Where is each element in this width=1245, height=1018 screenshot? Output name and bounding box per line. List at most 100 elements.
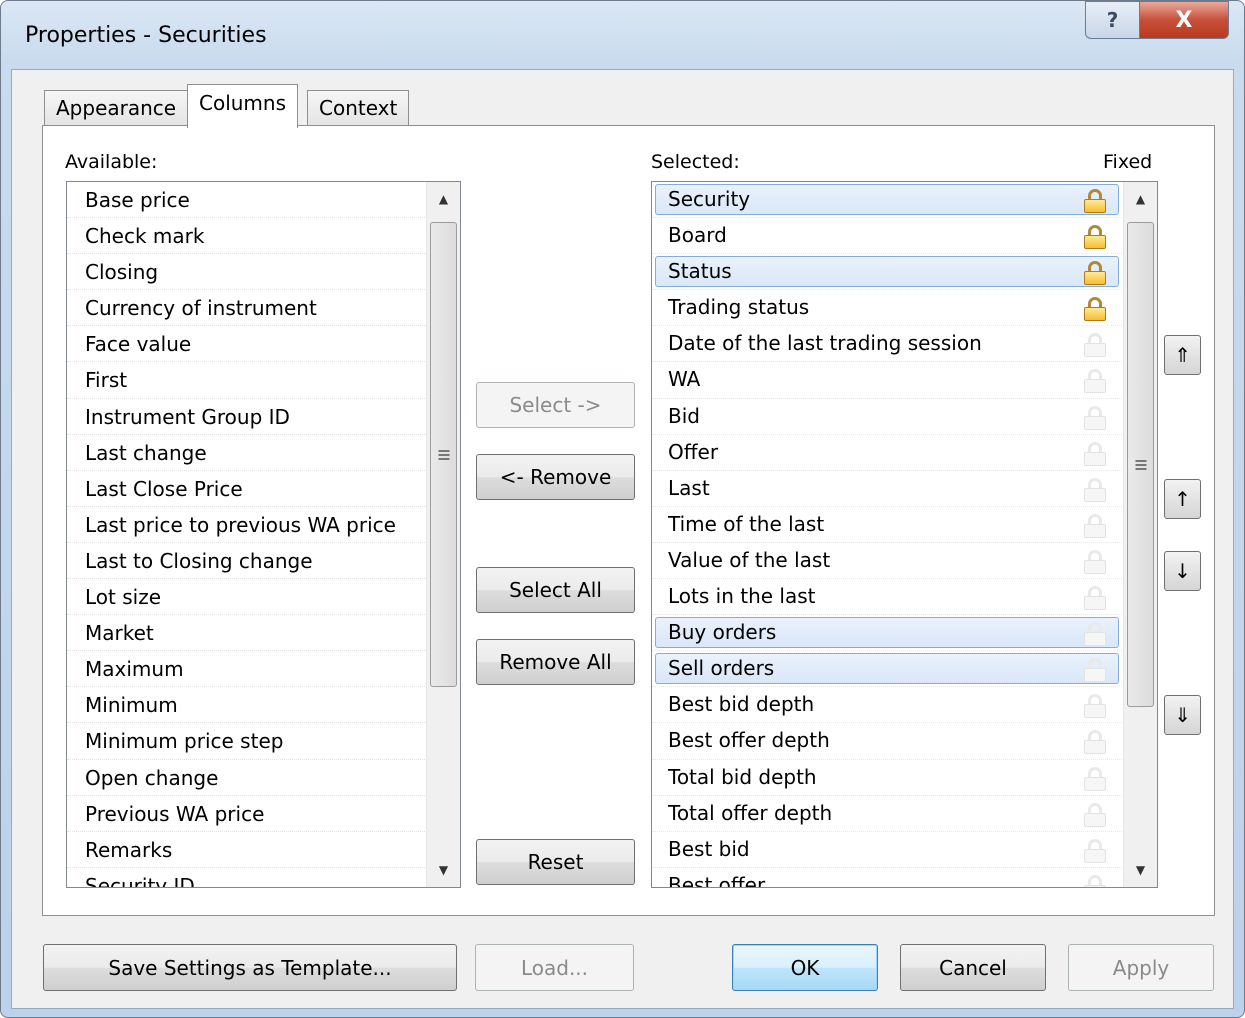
lock-icon[interactable] [1084,405,1106,430]
available-items: Base price Check mark Closing Currency of i… [67,182,427,887]
selected-list-item[interactable]: Best bid depth [652,687,1124,724]
selected-list-item[interactable]: Lots in the last [652,579,1124,616]
selected-list-item[interactable]: Best bid [652,832,1124,868]
lock-icon[interactable] [1084,297,1106,322]
available-list-item[interactable]: Remarks [67,832,427,868]
lock-icon[interactable] [1084,477,1106,502]
available-list-item[interactable]: First [67,362,427,399]
save-template-button[interactable]: Save Settings as Template... [43,944,457,991]
lock-icon[interactable] [1084,369,1106,394]
available-list-item[interactable]: Base price [67,182,427,219]
lock-icon[interactable] [1084,586,1106,611]
tab-columns[interactable]: Columns [187,84,299,128]
available-list-item[interactable]: Lot size [67,579,427,616]
selected-list-item[interactable]: Total bid depth [652,760,1124,796]
lock-icon[interactable] [1084,333,1106,358]
available-list-item[interactable]: Last Close Price [67,471,427,507]
lock-icon[interactable] [1084,441,1106,466]
selected-list-item[interactable]: Bid [652,399,1124,435]
scroll-thumb[interactable] [1127,222,1154,707]
available-list-item[interactable]: Last price to previous WA price [67,507,427,543]
available-list-item[interactable]: Instrument Group ID [67,399,427,435]
help-button[interactable]: ? [1085,1,1140,39]
available-list-item[interactable]: Minimum price step [67,723,427,760]
selected-list-item[interactable]: Last [652,471,1124,507]
ok-button[interactable]: OK [732,944,878,991]
available-list-item[interactable]: Face value [67,326,427,363]
apply-button[interactable]: Apply [1068,944,1214,991]
scroll-down-arrow-icon[interactable]: ▼ [1124,853,1157,887]
available-list-item[interactable]: Previous WA price [67,796,427,832]
available-list-item[interactable]: Market [67,615,427,652]
tab-context-menu[interactable]: Context Menu [307,90,410,154]
selected-label: Selected: [651,151,740,173]
lock-icon[interactable] [1084,694,1106,719]
selected-item-label: Best bid depth [668,692,815,717]
move-down-button[interactable]: ↓ [1164,551,1201,591]
available-scrollbar[interactable]: ▲ ▼ [426,182,460,887]
selected-listbox[interactable]: Security Board Status Trading status Date of… [651,181,1158,888]
available-list-item[interactable]: Open change [67,760,427,796]
lock-icon[interactable] [1084,874,1106,887]
available-list-item[interactable]: Maximum [67,651,427,688]
grip-icon [1135,459,1146,470]
properties-window: Properties - Securities ? X Appearance C… [0,0,1245,1018]
selected-list-item[interactable]: WA [652,362,1124,399]
available-list-item[interactable]: Check mark [67,218,427,255]
selected-list-item[interactable]: Total offer depth [652,796,1124,832]
scroll-thumb[interactable] [430,222,457,687]
remove-button[interactable]: <- Remove [476,454,635,500]
remove-all-button[interactable]: Remove All [476,639,635,685]
double-down-arrow-icon: ⇓ [1174,703,1191,727]
selected-list-item[interactable]: Value of the last [652,543,1124,580]
lock-icon[interactable] [1084,802,1106,827]
available-list-item[interactable]: Currency of instrument [67,290,427,327]
selected-list-item[interactable]: Security [652,182,1124,219]
selected-list-item[interactable]: Date of the last trading session [652,326,1124,363]
lock-icon[interactable] [1084,189,1106,213]
selected-scrollbar[interactable]: ▲ ▼ [1123,182,1157,887]
available-list-item[interactable]: Last to Closing change [67,543,427,580]
close-button[interactable]: X [1139,1,1229,39]
scroll-up-arrow-icon[interactable]: ▲ [1124,182,1157,216]
available-list-item[interactable]: Security ID [67,868,427,887]
load-button[interactable]: Load... [475,944,634,991]
available-list-item[interactable]: Minimum [67,687,427,724]
selected-item-label: Security [668,187,751,211]
lock-icon[interactable] [1084,513,1106,538]
cancel-button[interactable]: Cancel [900,944,1046,991]
scroll-up-arrow-icon[interactable]: ▲ [427,182,460,216]
selected-list-item[interactable]: Sell orders [652,651,1124,688]
selected-list-item[interactable]: Best offer depth [652,723,1124,760]
reset-button[interactable]: Reset [476,839,635,885]
lock-icon[interactable] [1084,622,1106,647]
lock-icon[interactable] [1084,838,1106,863]
selected-list-item[interactable]: Buy orders [652,615,1124,652]
lock-icon[interactable] [1084,261,1106,286]
available-listbox[interactable]: Base price Check mark Closing Currency of i… [66,181,461,888]
selected-list-item[interactable]: Best offer [652,868,1124,887]
select-all-button[interactable]: Select All [476,567,635,613]
selected-list-item[interactable]: Time of the last [652,507,1124,543]
available-list-item[interactable]: Last change [67,435,427,471]
available-list-item[interactable]: Closing [67,254,427,291]
selected-list-item[interactable]: Status [652,254,1124,291]
lock-icon[interactable] [1084,549,1106,574]
window-title: Properties - Securities [25,23,267,48]
lock-icon[interactable] [1084,730,1106,755]
move-up-button[interactable]: ↑ [1164,479,1201,519]
move-top-button[interactable]: ⇑ [1164,335,1201,375]
lock-icon[interactable] [1084,658,1106,683]
help-icon: ? [1106,8,1119,32]
scroll-down-arrow-icon[interactable]: ▼ [427,853,460,887]
select-button[interactable]: Select -> [476,382,635,428]
lock-icon[interactable] [1084,766,1106,791]
selected-list-item[interactable]: Offer [652,435,1124,471]
tab-appearance[interactable]: Appearance [44,90,189,126]
selected-item-label: Board [668,223,727,248]
selected-list-item[interactable]: Board [652,218,1124,255]
title-bar[interactable]: Properties - Securities ? X [1,1,1244,69]
selected-list-item[interactable]: Trading status [652,290,1124,327]
move-bottom-button[interactable]: ⇓ [1164,695,1201,735]
lock-icon[interactable] [1084,225,1106,250]
